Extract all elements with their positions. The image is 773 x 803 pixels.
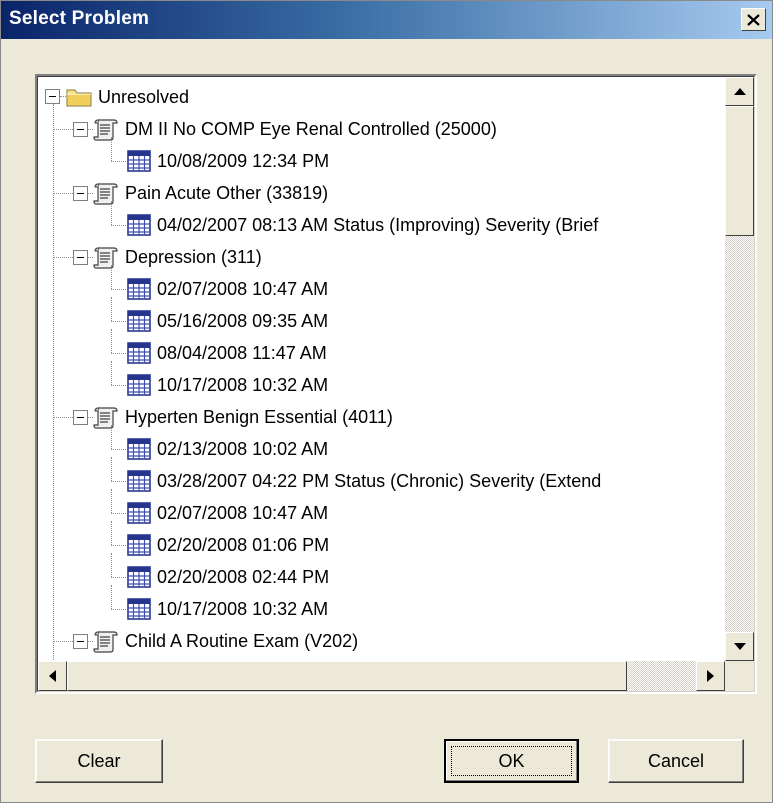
calendar-icon (127, 310, 151, 332)
tree-node-unresolved[interactable]: Unresolved (66, 81, 189, 113)
ok-button[interactable]: OK (444, 739, 579, 783)
vertical-scrollbar[interactable] (725, 77, 754, 661)
tree-node-label: Depression (311) (125, 246, 262, 267)
tree-node-visit[interactable]: 02/13/2008 10:02 AM (127, 433, 328, 465)
calendar-icon (127, 278, 151, 300)
folder-icon (66, 89, 92, 107)
tree-node-problem[interactable]: Hyperten Benign Essential (4011) (93, 401, 393, 433)
cancel-button[interactable]: Cancel (608, 739, 744, 783)
tree-node-label: 08/04/2008 11:47 AM (157, 342, 327, 363)
tree-node-visit[interactable]: 10/17/2008 10:32 AM (127, 369, 328, 401)
tree-node-label: 10/08/2009 12:34 PM (157, 150, 330, 171)
tree-node-label: DM II No COMP Eye Renal Controlled (2500… (125, 118, 497, 139)
tree-node-label: 02/20/2008 02:44 PM (157, 566, 330, 587)
calendar-icon (127, 150, 151, 172)
tree-node-label: Pain Acute Other (33819) (125, 182, 329, 203)
tree-node-label: Hyperten Benign Essential (4011) (125, 406, 393, 427)
tree-node-label: 10/17/2008 10:32 AM (157, 374, 329, 395)
calendar-icon (127, 566, 151, 588)
clear-button-label: Clear (77, 750, 121, 771)
tree-node-visit[interactable]: 02/20/2008 01:06 PM (127, 529, 329, 561)
tree-expander[interactable] (73, 634, 88, 649)
cancel-button-label: Cancel (647, 750, 705, 771)
tree-node-problem[interactable]: Pain Acute Other (33819) (93, 177, 328, 209)
arrow-left-icon (49, 670, 56, 682)
problem-tree[interactable]: Unresolved DM II No COMP Eye Renal Contr… (35, 74, 757, 694)
tree-node-label: 03/28/2007 04:22 PM Status (Chronic) Sev… (157, 470, 602, 491)
tree-node-label: Unresolved (98, 86, 190, 107)
scroll-right-button[interactable] (696, 661, 725, 691)
scroll-icon (93, 631, 118, 653)
tree-node-visit[interactable]: 02/07/2008 10:47 AM (127, 273, 328, 305)
tree-node-label: 02/07/2008 10:47 AM (157, 278, 329, 299)
select-problem-dialog: Select Problem Unresolved DM II No COMP … (0, 0, 773, 803)
scroll-down-button[interactable] (725, 632, 754, 661)
ok-button-label: OK (498, 750, 525, 771)
tree-node-label: 04/02/2007 08:13 AM Status (Improving) S… (157, 214, 599, 235)
tree-expander-root[interactable] (45, 89, 60, 104)
tree-expander[interactable] (73, 186, 88, 201)
scroll-icon (93, 247, 118, 269)
calendar-icon (127, 502, 151, 524)
scroll-left-button[interactable] (38, 661, 67, 691)
arrow-down-icon (733, 643, 746, 650)
tree-expander[interactable] (73, 410, 88, 425)
tree-node-visit[interactable]: 02/07/2008 10:47 AM (127, 497, 328, 529)
tree-node-label: 05/16/2008 09:35 AM (157, 310, 329, 331)
close-button[interactable] (741, 8, 766, 31)
tree-node-problem[interactable]: Child A Routine Exam (V202) (93, 625, 358, 657)
tree-node-label: 02/07/2008 10:47 AM (157, 502, 329, 523)
vertical-scroll-thumb[interactable] (725, 106, 754, 236)
calendar-icon (127, 438, 151, 460)
tree-node-label: 10/17/2008 10:32 AM (157, 598, 329, 619)
tree-node-visit[interactable]: 08/04/2008 11:47 AM (127, 337, 327, 369)
scroll-icon (93, 119, 118, 141)
scroll-icon (93, 407, 118, 429)
tree-expander[interactable] (73, 122, 88, 137)
tree-node-label: Child A Routine Exam (V202) (125, 630, 359, 651)
tree-view[interactable]: Unresolved DM II No COMP Eye Renal Contr… (38, 77, 725, 661)
tree-node-visit[interactable]: 02/20/2008 02:44 PM (127, 561, 329, 593)
scrollbar-corner (725, 661, 754, 691)
arrow-right-icon (707, 670, 714, 682)
tree-node-visit[interactable]: 05/16/2008 09:35 AM (127, 305, 328, 337)
horizontal-scroll-thumb[interactable] (67, 661, 627, 691)
calendar-icon (127, 598, 151, 620)
calendar-icon (127, 534, 151, 556)
tree-node-visit[interactable]: 03/28/2007 04:22 PM Status (Chronic) Sev… (127, 465, 601, 497)
title-bar[interactable]: Select Problem (1, 1, 772, 39)
calendar-icon (127, 342, 151, 364)
tree-node-label: 02/13/2008 10:02 AM (157, 438, 329, 459)
calendar-icon (127, 214, 151, 236)
horizontal-scrollbar[interactable] (38, 661, 725, 691)
tree-node-visit[interactable]: 10/08/2009 12:34 PM (127, 145, 329, 177)
scroll-icon (93, 183, 118, 205)
window-title: Select Problem (9, 8, 150, 29)
tree-node-problem[interactable]: DM II No COMP Eye Renal Controlled (2500… (93, 113, 497, 145)
tree-node-problem[interactable]: Depression (311) (93, 241, 262, 273)
scroll-up-button[interactable] (725, 77, 754, 106)
clear-button[interactable]: Clear (35, 739, 163, 783)
tree-node-visit[interactable]: 04/02/2007 08:13 AM Status (Improving) S… (127, 209, 598, 241)
close-icon (747, 13, 760, 26)
tree-expander[interactable] (73, 250, 88, 265)
arrow-up-icon (733, 88, 746, 95)
calendar-icon (127, 374, 151, 396)
tree-node-visit[interactable]: 10/17/2008 10:32 AM (127, 593, 328, 625)
tree-node-label: 02/20/2008 01:06 PM (157, 534, 330, 555)
calendar-icon (127, 470, 151, 492)
